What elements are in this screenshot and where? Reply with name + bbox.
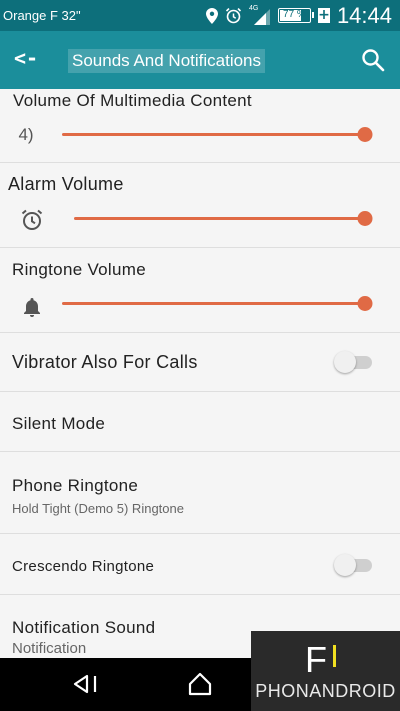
phonandroid-logo: F bbox=[303, 639, 339, 680]
crescendo-ringtone-row[interactable]: Crescendo Ringtone bbox=[0, 534, 400, 595]
status-clock: 14:44 bbox=[336, 2, 392, 28]
notification-sound-value: Notification bbox=[12, 640, 87, 657]
multimedia-volume-label: Volume Of Multimedia Content bbox=[13, 91, 252, 110]
home-icon[interactable] bbox=[184, 670, 216, 698]
multimedia-volume-row: Volume Of Multimedia Content 4) bbox=[0, 89, 400, 163]
slider-track bbox=[74, 217, 365, 220]
settings-list: Volume Of Multimedia Content 4) Alarm Vo… bbox=[0, 89, 400, 665]
crescendo-ringtone-toggle[interactable] bbox=[334, 554, 372, 576]
ringtone-volume-label: Ringtone Volume bbox=[12, 260, 146, 279]
carrier-name: Orange F 32" bbox=[3, 8, 81, 23]
status-icons: 4G 77 % + 14:44 bbox=[205, 2, 392, 28]
phone-ringtone-value: Hold Tight (Demo 5) Ringtone bbox=[12, 501, 184, 516]
action-bar: <- Sounds And Notifications bbox=[0, 31, 400, 89]
vibrate-for-calls-label: Vibrator Also For Calls bbox=[12, 352, 198, 372]
ringtone-volume-row: Ringtone Volume bbox=[0, 248, 400, 333]
location-icon bbox=[205, 7, 218, 24]
alarm-volume-row: Alarm Volume bbox=[0, 163, 400, 248]
ringtone-volume-slider[interactable] bbox=[62, 296, 373, 312]
notification-sound-label: Notification Sound bbox=[12, 618, 156, 637]
alarm-icon bbox=[225, 7, 242, 24]
toggle-knob bbox=[334, 554, 356, 576]
speaker-icon: 4) bbox=[18, 125, 34, 144]
vibrate-for-calls-toggle[interactable] bbox=[334, 351, 372, 373]
logo-accent-bar bbox=[333, 645, 336, 667]
slider-thumb[interactable] bbox=[357, 211, 373, 226]
vibrate-for-calls-row[interactable]: Vibrator Also For Calls bbox=[0, 333, 400, 392]
slider-track bbox=[62, 133, 365, 136]
slider-thumb[interactable] bbox=[357, 127, 373, 142]
multimedia-volume-slider[interactable] bbox=[62, 127, 373, 143]
back-arrow-glyph: <- bbox=[13, 46, 39, 70]
alarm-volume-slider[interactable] bbox=[74, 211, 373, 227]
toggle-knob bbox=[334, 351, 356, 373]
slider-track bbox=[62, 302, 365, 305]
back-icon[interactable] bbox=[70, 670, 102, 698]
phonandroid-watermark: F PHONANDROID bbox=[251, 631, 400, 711]
charging-icon: + bbox=[317, 7, 330, 23]
battery-icon: 77 % bbox=[277, 8, 314, 23]
signal-icon: 4G bbox=[249, 5, 271, 26]
alarm-volume-label: Alarm Volume bbox=[8, 174, 124, 194]
status-bar: Orange F 32" 4G 77 % + 14:44 bbox=[0, 0, 400, 31]
battery-percent: 77 % bbox=[283, 9, 306, 20]
bell-icon bbox=[20, 295, 44, 319]
android-settings-screen: Orange F 32" 4G 77 % + 14:44 <- Sounds A bbox=[0, 0, 400, 711]
alarm-clock-icon bbox=[20, 208, 44, 232]
crescendo-ringtone-label: Crescendo Ringtone bbox=[12, 558, 155, 575]
phone-ringtone-row[interactable]: Phone Ringtone Hold Tight (Demo 5) Ringt… bbox=[0, 452, 400, 534]
page-title: Sounds And Notifications bbox=[68, 49, 266, 73]
search-icon[interactable] bbox=[360, 47, 386, 73]
logo-letter: F bbox=[305, 639, 327, 680]
watermark-text: PHONANDROID bbox=[255, 681, 396, 701]
silent-mode-label: Silent Mode bbox=[12, 414, 106, 433]
slider-thumb[interactable] bbox=[357, 296, 373, 311]
back-arrow-icon[interactable]: <- bbox=[10, 45, 42, 71]
silent-mode-row[interactable]: Silent Mode bbox=[0, 392, 400, 452]
phone-ringtone-label: Phone Ringtone bbox=[12, 476, 139, 495]
